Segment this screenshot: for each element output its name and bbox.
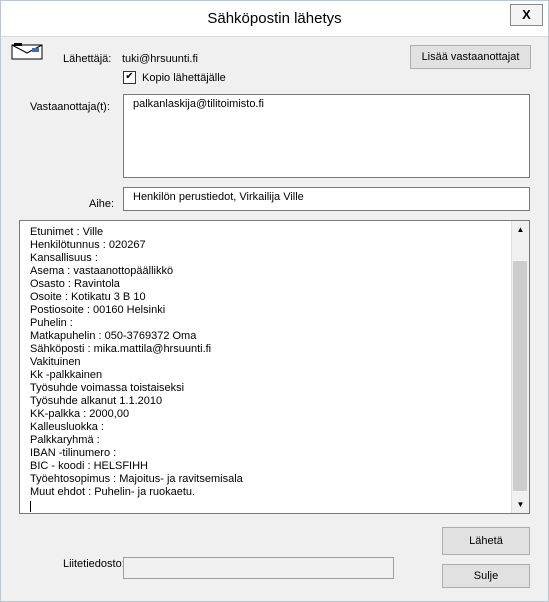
attachment-field [123,557,394,579]
recipients-field[interactable]: palkanlaskija@tilitoimisto.fi [123,94,530,178]
body-scrollbar[interactable]: ▲ ▼ [511,221,529,513]
title-bar: Sähköpostin lähetys X [1,1,548,37]
body-line: Muut ehdot : Puhelin- ja ruokaetu. [30,486,196,498]
recipients-value: palkanlaskija@tilitoimisto.fi [133,98,264,110]
attachment-label: Liitetiedosto: [63,558,125,570]
copy-to-sender-label[interactable]: Kopio lähettäjälle [142,72,226,84]
copy-to-sender-checkbox[interactable]: ✔ [123,71,136,84]
body-line: Asema : vastaanottopäällikkö [30,265,174,277]
body-line: IBAN -tilinumero : [30,447,117,459]
envelope-icon [11,43,43,60]
body-line: Työehtosopimus : Majoitus- ja ravitsemis… [30,473,243,485]
message-body-text: Etunimet : Ville Henkilötunnus : 020267 Ka… [30,226,510,512]
text-cursor [30,501,31,512]
recipients-label: Vastaanottaja(t): [30,101,110,113]
body-line: Postiosoite : 00160 Helsinki [30,304,166,316]
scroll-down-icon[interactable]: ▼ [512,496,529,513]
body-line: Matkapuhelin : 050-3769372 Oma [30,330,197,342]
body-line: Työsuhde voimassa toistaiseksi [30,382,185,394]
message-body-field[interactable]: Etunimet : Ville Henkilötunnus : 020267 Ka… [19,220,530,514]
body-line: Osoite : Kotikatu 3 B 10 [30,291,146,303]
send-button[interactable]: Lähetä [442,527,530,555]
sender-value: tuki@hrsuunti.fi [122,53,198,65]
body-line: Kansallisuus : [30,252,98,264]
body-line: Osasto : Ravintola [30,278,120,290]
body-line: Vakituinen [30,356,81,368]
scroll-thumb[interactable] [513,261,527,491]
add-recipients-button[interactable]: Lisää vastaanottajat [410,45,531,69]
email-dialog: Sähköpostin lähetys X Lähettäjä: tuki@hr… [0,0,549,602]
body-line: BIC - koodi : HELSFIHH [30,460,148,472]
body-line: Etunimet : Ville [30,226,104,238]
window-title: Sähköpostin lähetys [207,10,342,27]
body-line: Palkkaryhmä : [30,434,100,446]
subject-field[interactable]: Henkilön perustiedot, Virkailija Ville [123,187,530,211]
body-line: Kalleusluokka : [30,421,104,433]
body-line: Työsuhde alkanut 1.1.2010 [30,395,163,407]
close-window-button[interactable]: X [510,4,543,26]
body-line: Sähköposti : mika.mattila@hrsuunti.fi [30,343,212,355]
body-line: KK-palkka : 2000,00 [30,408,130,420]
sender-label: Lähettäjä: [63,53,112,65]
body-line: Puhelin : [30,317,73,329]
scroll-up-icon[interactable]: ▲ [512,221,529,238]
subject-label: Aihe: [89,198,115,210]
body-line: Henkilötunnus : 020267 [30,239,146,251]
body-line: Kk -palkkainen [30,369,103,381]
subject-value: Henkilön perustiedot, Virkailija Ville [133,191,304,203]
close-button[interactable]: Sulje [442,564,530,588]
